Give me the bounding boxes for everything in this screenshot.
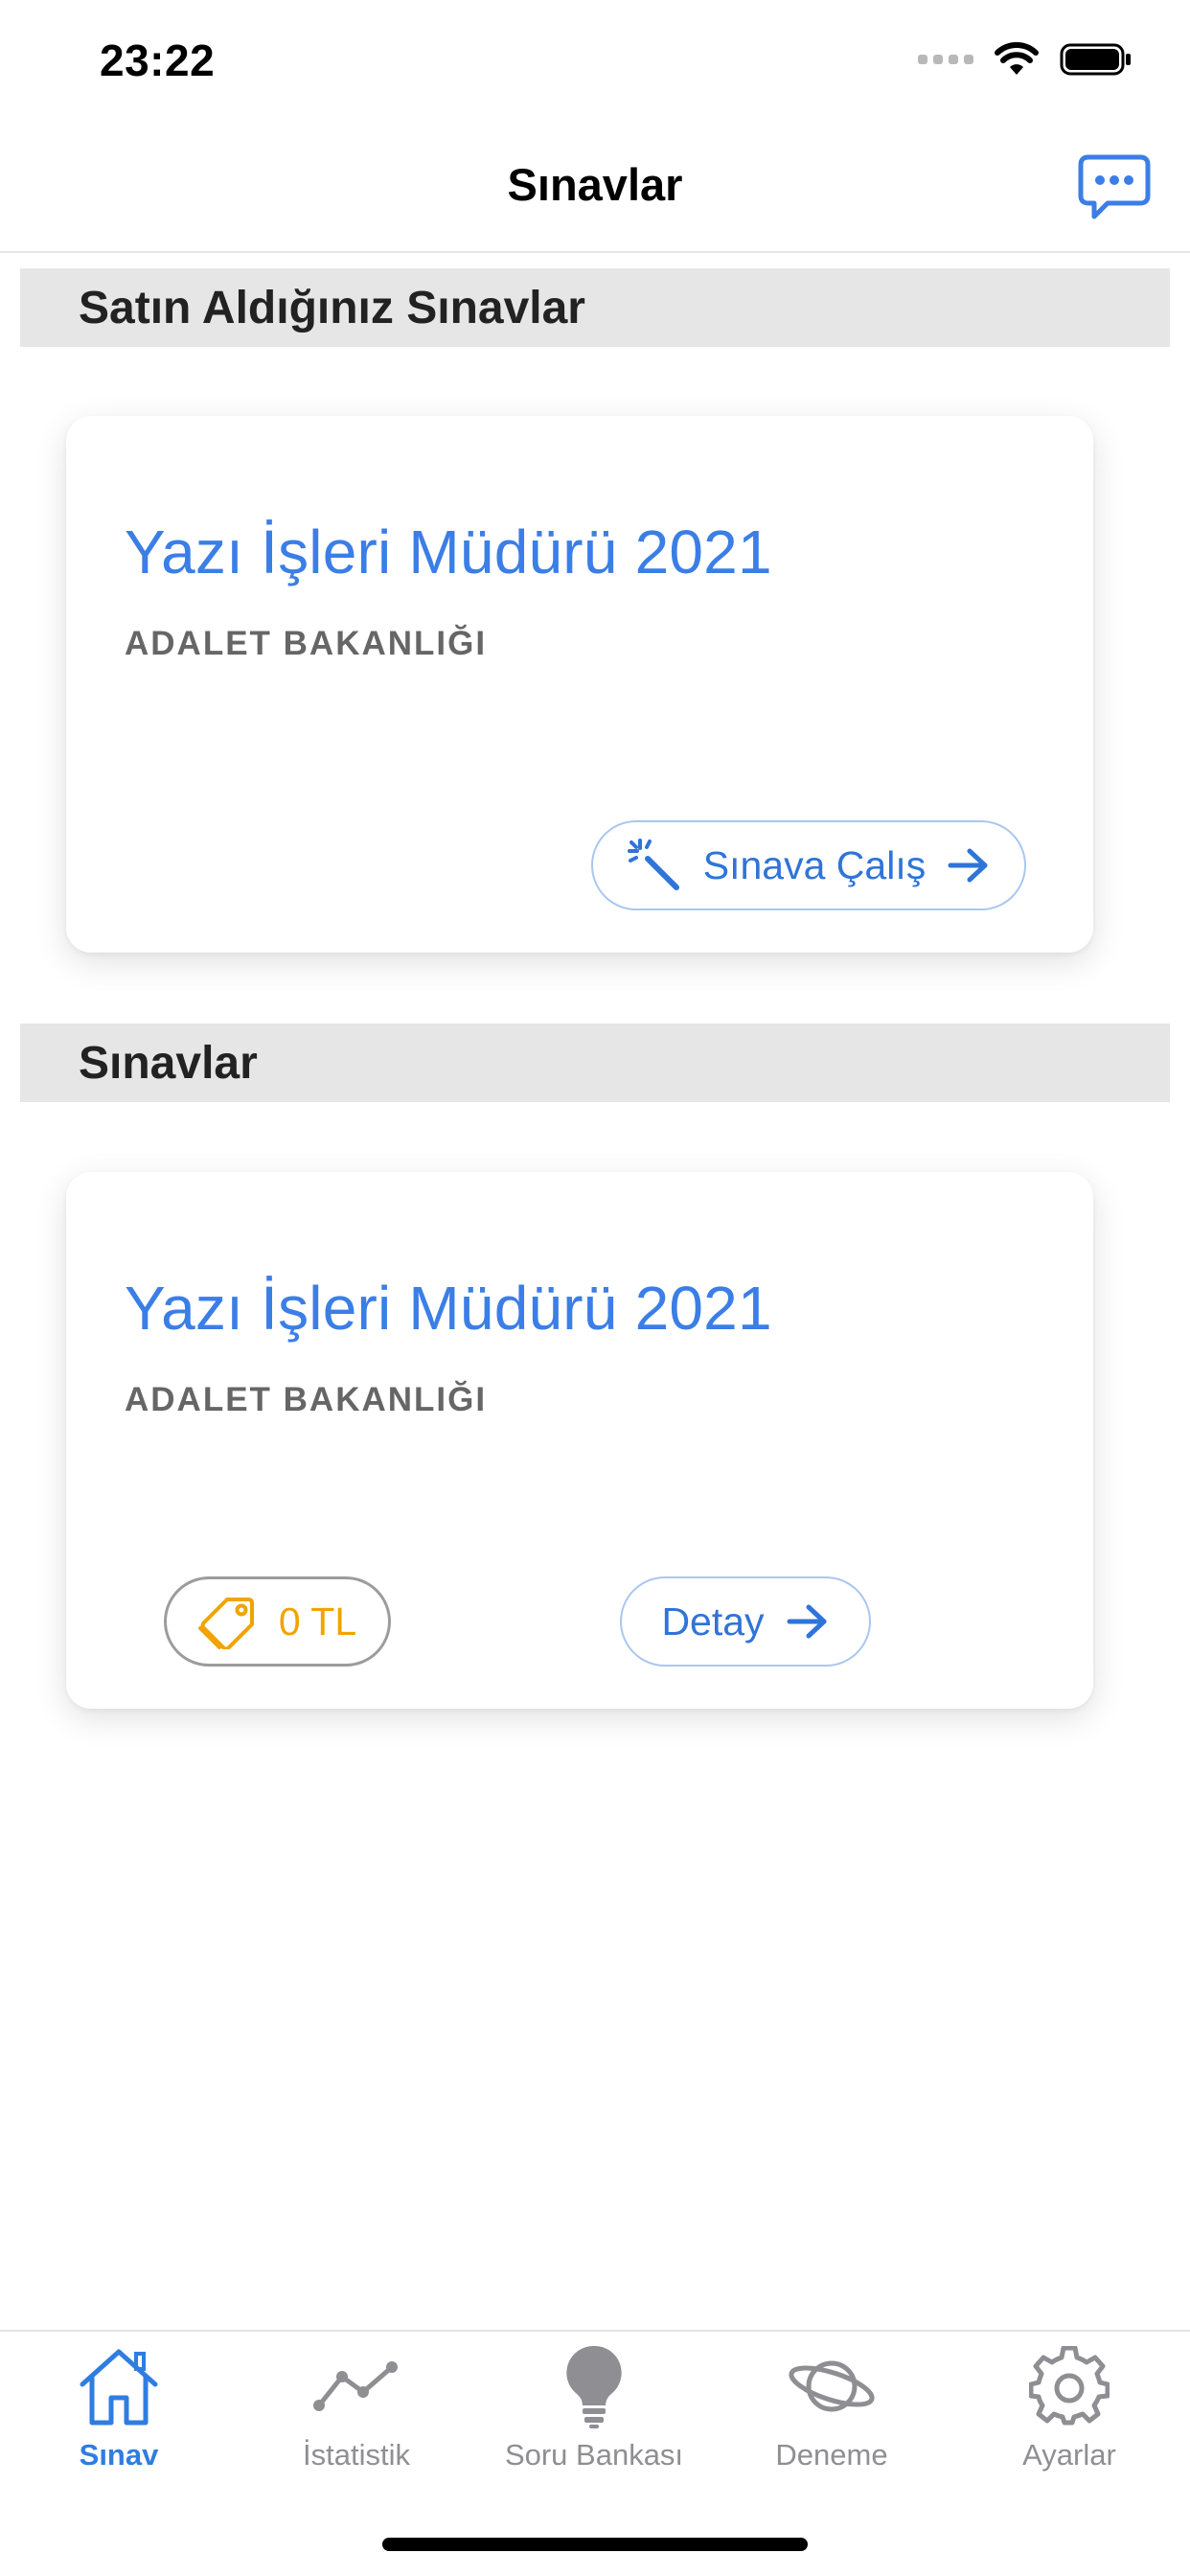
- cellular-signal-icon: [918, 55, 973, 64]
- chat-button[interactable]: [1077, 153, 1152, 222]
- magic-wand-icon: [627, 839, 679, 890]
- tab-label: Ayarlar: [1022, 2438, 1116, 2472]
- planet-icon: [789, 2360, 875, 2412]
- detail-label: Detay: [661, 1598, 765, 1644]
- chat-bubble-icon: [1078, 154, 1151, 219]
- tab-bar-divider: [0, 2330, 1190, 2332]
- price-badge: 0 TL: [164, 1576, 391, 1667]
- status-indicators: [918, 42, 1133, 77]
- lightbulb-icon: [566, 2345, 622, 2428]
- price-label: 0 TL: [278, 1598, 357, 1644]
- stats-line-icon: [313, 2361, 398, 2411]
- section-header-exams: Sınavlar: [20, 1024, 1170, 1102]
- tab-label: İstatistik: [303, 2438, 410, 2472]
- section-header-purchased: Satın Aldığınız Sınavlar: [20, 268, 1170, 347]
- tab-ayarlar[interactable]: Ayarlar: [950, 2338, 1188, 2492]
- exam-card[interactable]: Yazı İşleri Müdürü 2021 ADALET BAKANLIĞI…: [66, 1172, 1093, 1709]
- study-exam-button[interactable]: Sınava Çalış: [591, 820, 1026, 910]
- home-icon: [80, 2349, 158, 2426]
- exam-institution: ADALET BAKANLIĞI: [125, 1381, 488, 1418]
- nav-divider: [0, 251, 1190, 253]
- exam-title: Yazı İşleri Müdürü 2021: [125, 1274, 772, 1343]
- tab-label: Soru Bankası: [504, 2438, 684, 2472]
- battery-icon: [1060, 43, 1131, 76]
- status-time: 23:22: [100, 35, 216, 85]
- page-title: Sınavlar: [507, 159, 683, 210]
- home-indicator: [382, 2538, 808, 2551]
- study-exam-label: Sınava Çalış: [702, 842, 927, 887]
- arrow-right-icon: [948, 848, 988, 883]
- tab-label: Sınav: [79, 2438, 159, 2472]
- tab-soru-bankasi[interactable]: Soru Bankası: [475, 2338, 713, 2492]
- tab-deneme[interactable]: Deneme: [713, 2338, 950, 2492]
- gear-icon: [1029, 2346, 1110, 2426]
- exam-institution: ADALET BAKANLIĞI: [125, 625, 488, 662]
- tab-label: Deneme: [775, 2438, 888, 2472]
- tab-istatistik[interactable]: İstatistik: [238, 2338, 475, 2492]
- detail-button[interactable]: Detay: [620, 1576, 871, 1667]
- tab-sinav[interactable]: Sınav: [0, 2338, 238, 2492]
- price-tag-icon: [197, 1598, 254, 1649]
- arrow-right-icon: [787, 1604, 827, 1639]
- purchased-exam-card[interactable]: Yazı İşleri Müdürü 2021 ADALET BAKANLIĞI…: [66, 416, 1093, 953]
- exam-title: Yazı İşleri Müdürü 2021: [125, 518, 772, 586]
- wifi-icon: [995, 42, 1039, 75]
